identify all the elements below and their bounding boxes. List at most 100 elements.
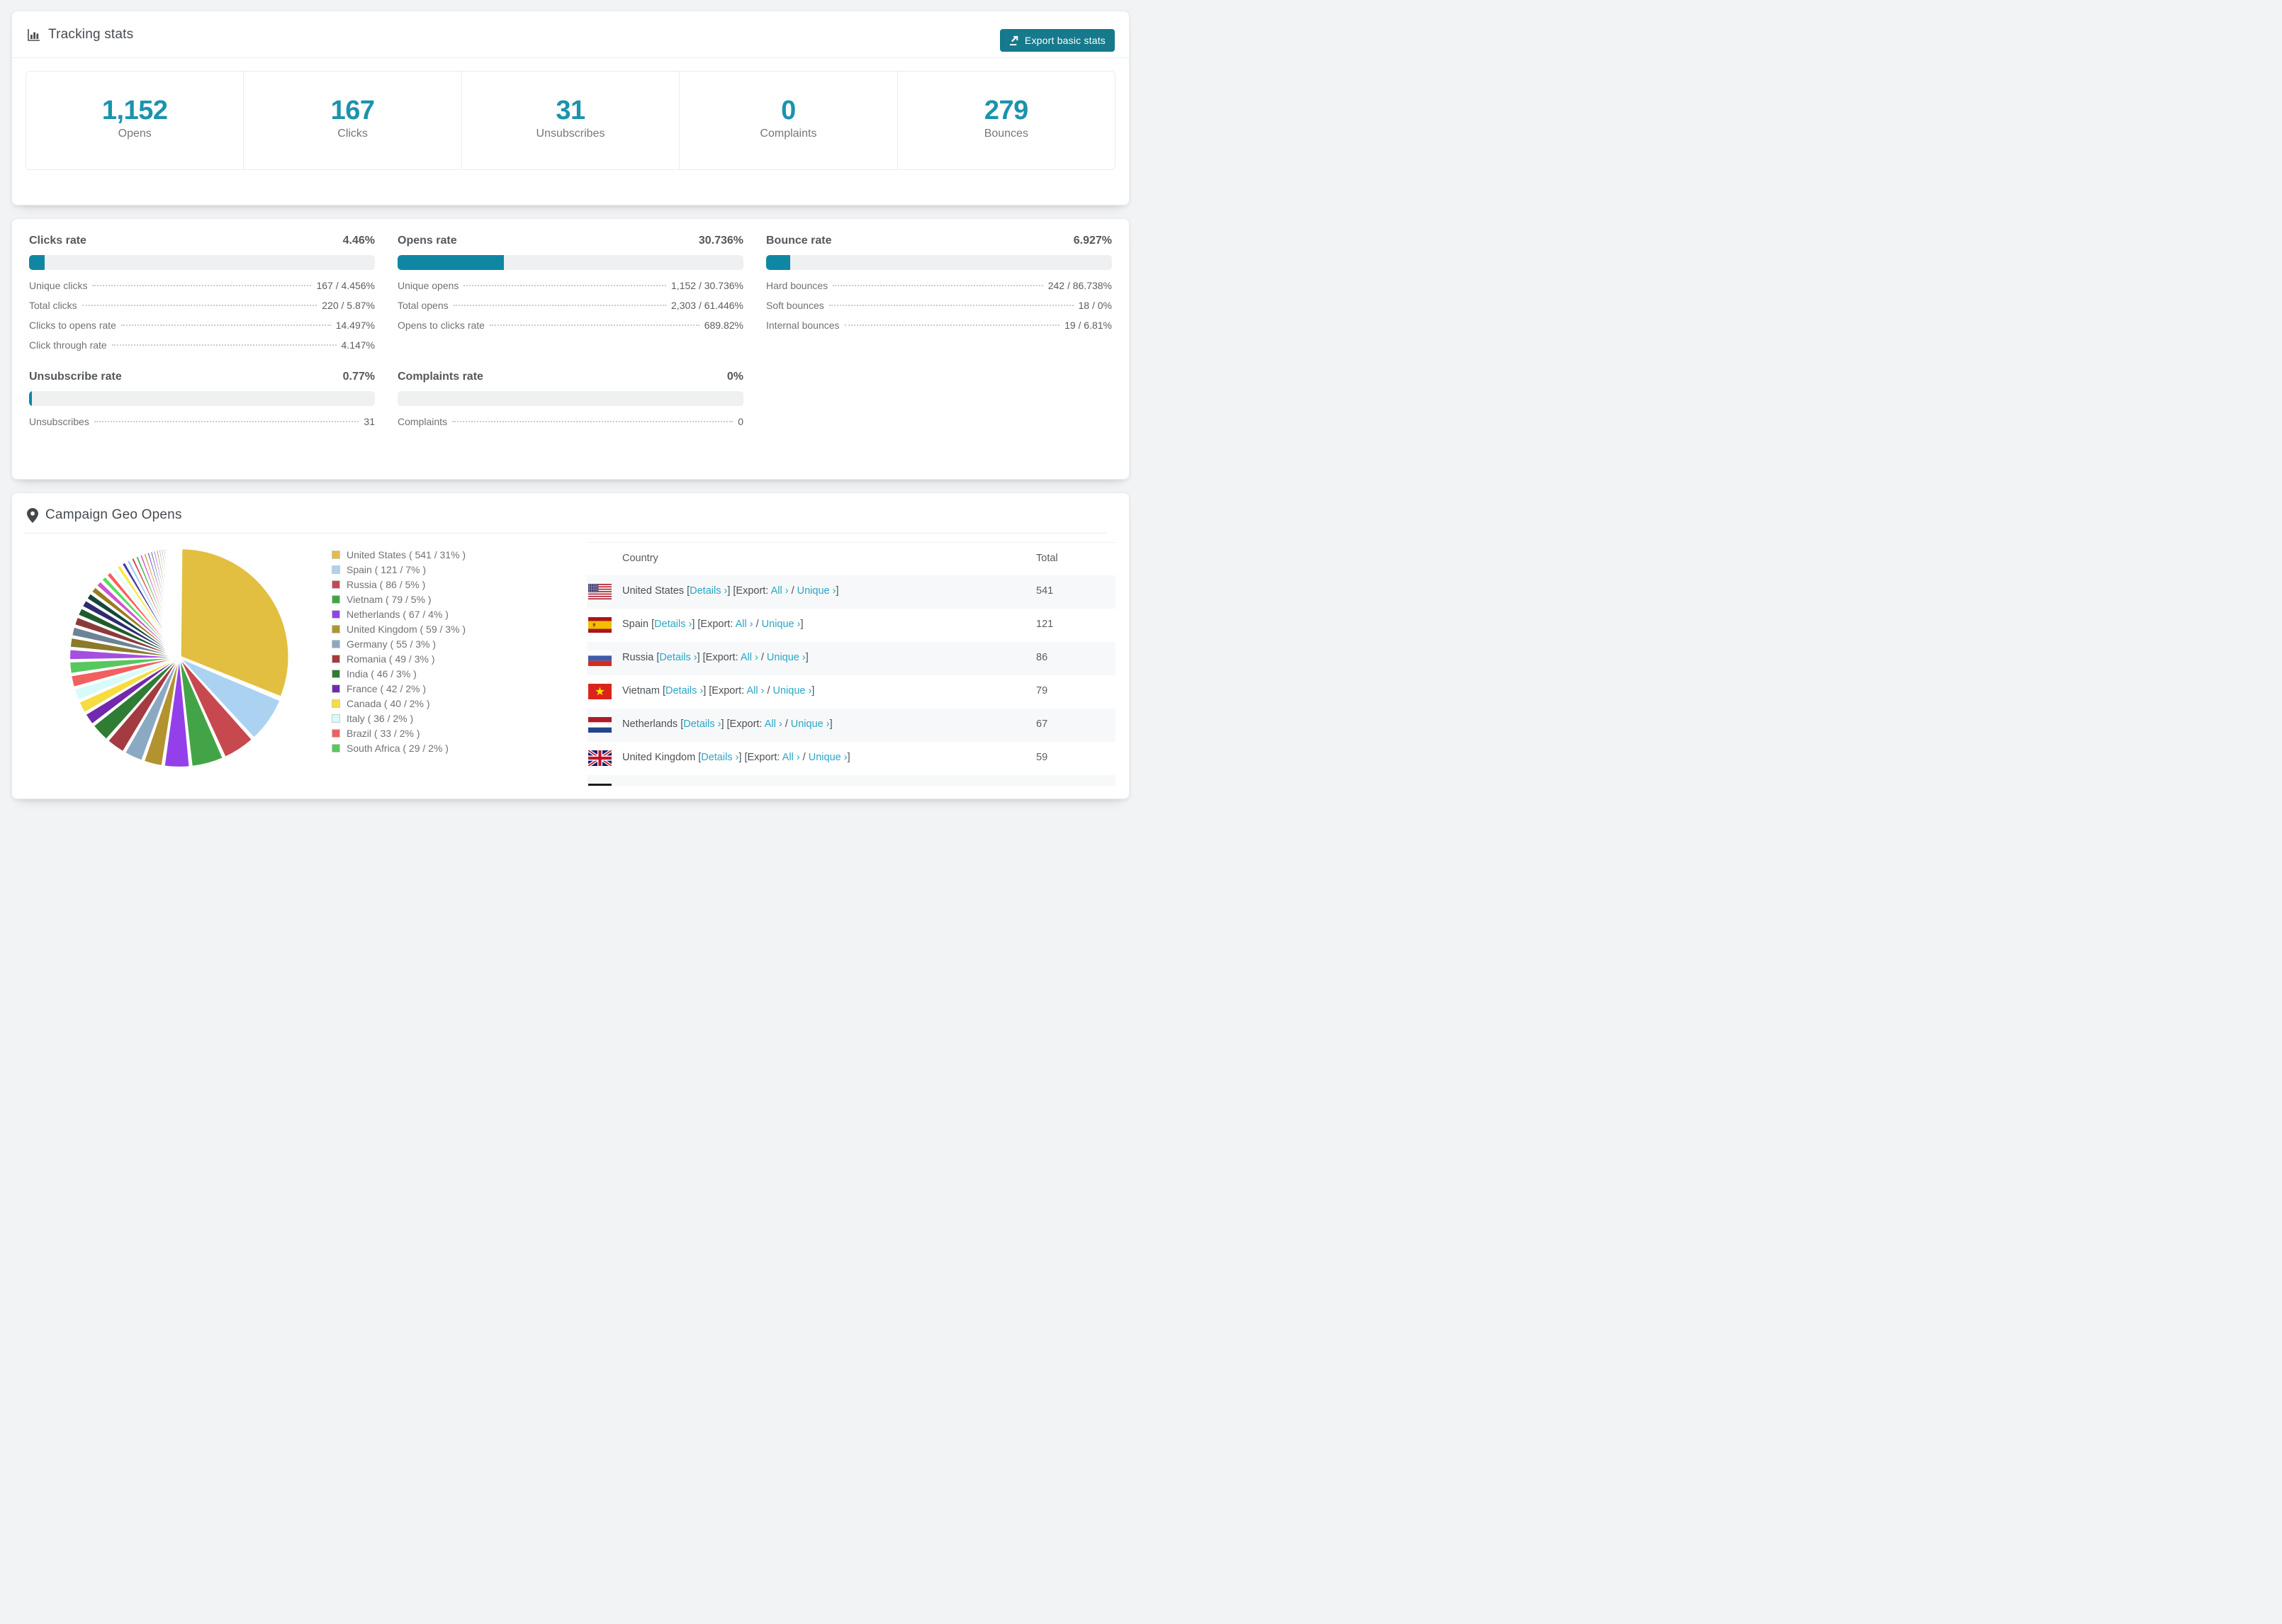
legend-swatch xyxy=(332,594,340,604)
vn-flag-icon xyxy=(588,684,612,699)
stat-value-complaints: 0 xyxy=(781,95,796,125)
dotted-leader xyxy=(828,305,1074,306)
legend-swatch xyxy=(332,624,340,633)
export-unique-link-united-kingdom[interactable]: Unique › xyxy=(809,752,848,763)
rates-panel: Clicks rate 4.46% Unique clicks 167 / 4.… xyxy=(11,218,1130,480)
pie-legend: United States ( 541 / 31% ) Spain ( 121 … xyxy=(332,547,466,755)
legend-item-germany: Germany ( 55 / 3% ) xyxy=(332,636,466,651)
details-link-russia[interactable]: Details › xyxy=(659,652,697,663)
total-cell: 121 xyxy=(1036,619,1054,630)
rate-row-internal-bounces: Internal bounces 19 / 6.81% xyxy=(766,320,1112,331)
details-link-united-states[interactable]: Details › xyxy=(690,585,727,597)
export-all-link-russia[interactable]: All › xyxy=(741,652,758,663)
export-all-link-vietnam[interactable]: All › xyxy=(746,685,764,697)
dotted-leader xyxy=(452,421,734,422)
rate-card-complaints-rate: Complaints rate 0% Complaints 0 xyxy=(398,371,743,436)
stat-label-clicks: Clicks xyxy=(337,128,368,140)
legend-swatch xyxy=(332,743,340,752)
legend-label: India ( 46 / 3% ) xyxy=(347,667,417,680)
tracking-stats-header: Tracking stats Export basic stats xyxy=(12,11,1129,58)
export-basic-stats-button[interactable]: Export basic stats xyxy=(999,29,1115,52)
stat-label-complaints: Complaints xyxy=(760,128,817,140)
geo-table-row-united-states: United States [Details ›] [Export: All ›… xyxy=(587,575,1115,609)
dotted-leader xyxy=(120,325,331,326)
country-name: United Kingdom xyxy=(622,752,696,763)
country-name: Spain xyxy=(622,619,649,630)
map-pin-icon xyxy=(27,507,38,523)
campaign-geo-opens-panel: Campaign Geo Opens United States ( 541 /… xyxy=(11,492,1130,799)
total-column-header: Total xyxy=(1036,553,1058,564)
legend-swatch xyxy=(332,580,340,589)
rate-value: 30.736% xyxy=(698,235,743,247)
geo-table-row-united-kingdom: United Kingdom [Details ›] [Export: All … xyxy=(587,742,1115,775)
total-cell: 55 xyxy=(1036,785,1047,786)
ru-flag-icon xyxy=(588,650,612,666)
geo-table-row-netherlands: Netherlands [Details ›] [Export: All › /… xyxy=(587,709,1115,742)
total-cell: 79 xyxy=(1036,685,1048,697)
country-name: Vietnam xyxy=(622,685,660,697)
details-link-netherlands[interactable]: Details › xyxy=(683,718,721,730)
rate-row-total-clicks: Total clicks 220 / 5.87% xyxy=(29,300,375,311)
geo-table-row-spain: Spain [Details ›] [Export: All › / Uniqu… xyxy=(587,609,1115,642)
legend-label: Vietnam ( 79 / 5% ) xyxy=(347,593,432,605)
legend-swatch xyxy=(332,654,340,663)
rate-row-unique-clicks: Unique clicks 167 / 4.456% xyxy=(29,280,375,291)
rate-title: Bounce rate xyxy=(766,235,832,247)
country-name: Russia xyxy=(622,652,654,663)
rate-row-total-opens: Total opens 2,303 / 61.446% xyxy=(398,300,743,311)
export-button-label: Export basic stats xyxy=(1024,35,1106,46)
legend-swatch xyxy=(332,684,340,693)
stat-value-bounces: 279 xyxy=(984,95,1028,125)
details-link-germany[interactable]: Details › xyxy=(670,785,708,786)
dotted-leader xyxy=(92,285,312,286)
campaign-geo-opens-title: Campaign Geo Opens xyxy=(45,507,182,522)
export-all-link-united-kingdom[interactable]: All › xyxy=(782,752,800,763)
export-unique-link-vietnam[interactable]: Unique › xyxy=(773,685,812,697)
export-all-link-spain[interactable]: All › xyxy=(736,619,753,630)
dotted-leader xyxy=(463,285,667,286)
dotted-leader xyxy=(82,305,317,306)
legend-label: Netherlands ( 67 / 4% ) xyxy=(347,608,449,620)
legend-item-india: India ( 46 / 3% ) xyxy=(332,666,466,681)
legend-label: Germany ( 55 / 3% ) xyxy=(347,638,437,650)
export-all-link-netherlands[interactable]: All › xyxy=(765,718,782,730)
legend-item-romania: Romania ( 49 / 3% ) xyxy=(332,651,466,666)
export-unique-link-united-states[interactable]: Unique › xyxy=(797,585,836,597)
legend-swatch xyxy=(332,699,340,708)
export-unique-link-germany[interactable]: Unique › xyxy=(777,785,816,786)
legend-label: United States ( 541 / 31% ) xyxy=(347,548,466,560)
export-unique-link-russia[interactable]: Unique › xyxy=(767,652,806,663)
details-link-spain[interactable]: Details › xyxy=(654,619,692,630)
dotted-leader xyxy=(94,421,359,422)
rate-row-click-through-rate: Click through rate 4.147% xyxy=(29,339,375,351)
details-link-united-kingdom[interactable]: Details › xyxy=(701,752,738,763)
export-all-link-germany[interactable]: All › xyxy=(751,785,769,786)
geo-table-row-vietnam: Vietnam [Details ›] [Export: All › / Uni… xyxy=(587,675,1115,709)
stat-value-clicks: 167 xyxy=(330,95,375,125)
rate-row-soft-bounces: Soft bounces 18 / 0% xyxy=(766,300,1112,311)
export-unique-link-spain[interactable]: Unique › xyxy=(762,619,801,630)
legend-label: Russia ( 86 / 5% ) xyxy=(347,578,426,590)
export-unique-link-netherlands[interactable]: Unique › xyxy=(791,718,830,730)
legend-item-netherlands: Netherlands ( 67 / 4% ) xyxy=(332,607,466,621)
rate-progress-track xyxy=(29,391,375,406)
export-all-link-united-states[interactable]: All › xyxy=(771,585,789,597)
legend-label: Canada ( 40 / 2% ) xyxy=(347,697,430,709)
nl-flag-icon xyxy=(588,717,612,733)
rate-progress-track xyxy=(766,255,1112,270)
rate-title: Unsubscribe rate xyxy=(29,371,122,383)
stat-value-opens: 1,152 xyxy=(101,95,168,125)
gb-flag-icon xyxy=(588,750,612,766)
legend-item-canada: Canada ( 40 / 2% ) xyxy=(332,696,466,711)
rate-progress-fill xyxy=(398,255,504,270)
country-name: United States xyxy=(622,585,685,597)
rate-progress-track xyxy=(398,255,743,270)
rate-progress-fill xyxy=(29,255,45,270)
tracking-stats-panel: Tracking stats Export basic stats 1,152 … xyxy=(11,11,1130,205)
details-link-vietnam[interactable]: Details › xyxy=(665,685,703,697)
stat-box-unsubscribes: 31 Unsubscribes xyxy=(462,72,680,169)
legend-item-italy: Italy ( 36 / 2% ) xyxy=(332,711,466,726)
rate-row-clicks-to-opens-rate: Clicks to opens rate 14.497% xyxy=(29,320,375,331)
geo-table-row-russia: Russia [Details ›] [Export: All › / Uniq… xyxy=(587,642,1115,675)
rate-value: 6.927% xyxy=(1073,235,1112,247)
